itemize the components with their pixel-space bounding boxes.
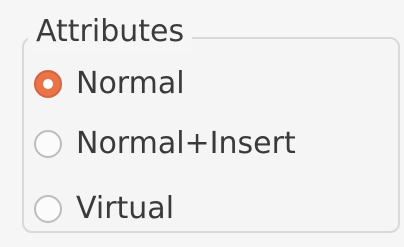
normal-insert-label[interactable]: Normal+Insert [76,124,296,164]
attributes-groupbox-title: Attributes [28,12,193,52]
normal-insert-radio-option[interactable]: Normal+Insert [34,124,296,164]
radio-checked-icon[interactable] [34,70,62,98]
radio-dot-icon [43,79,53,89]
radio-unchecked-icon[interactable] [34,195,62,223]
virtual-label[interactable]: Virtual [76,189,174,229]
radio-unchecked-icon[interactable] [34,130,62,158]
virtual-radio-option[interactable]: Virtual [34,189,174,229]
normal-radio-option[interactable]: Normal [34,64,185,104]
normal-label[interactable]: Normal [76,64,185,104]
